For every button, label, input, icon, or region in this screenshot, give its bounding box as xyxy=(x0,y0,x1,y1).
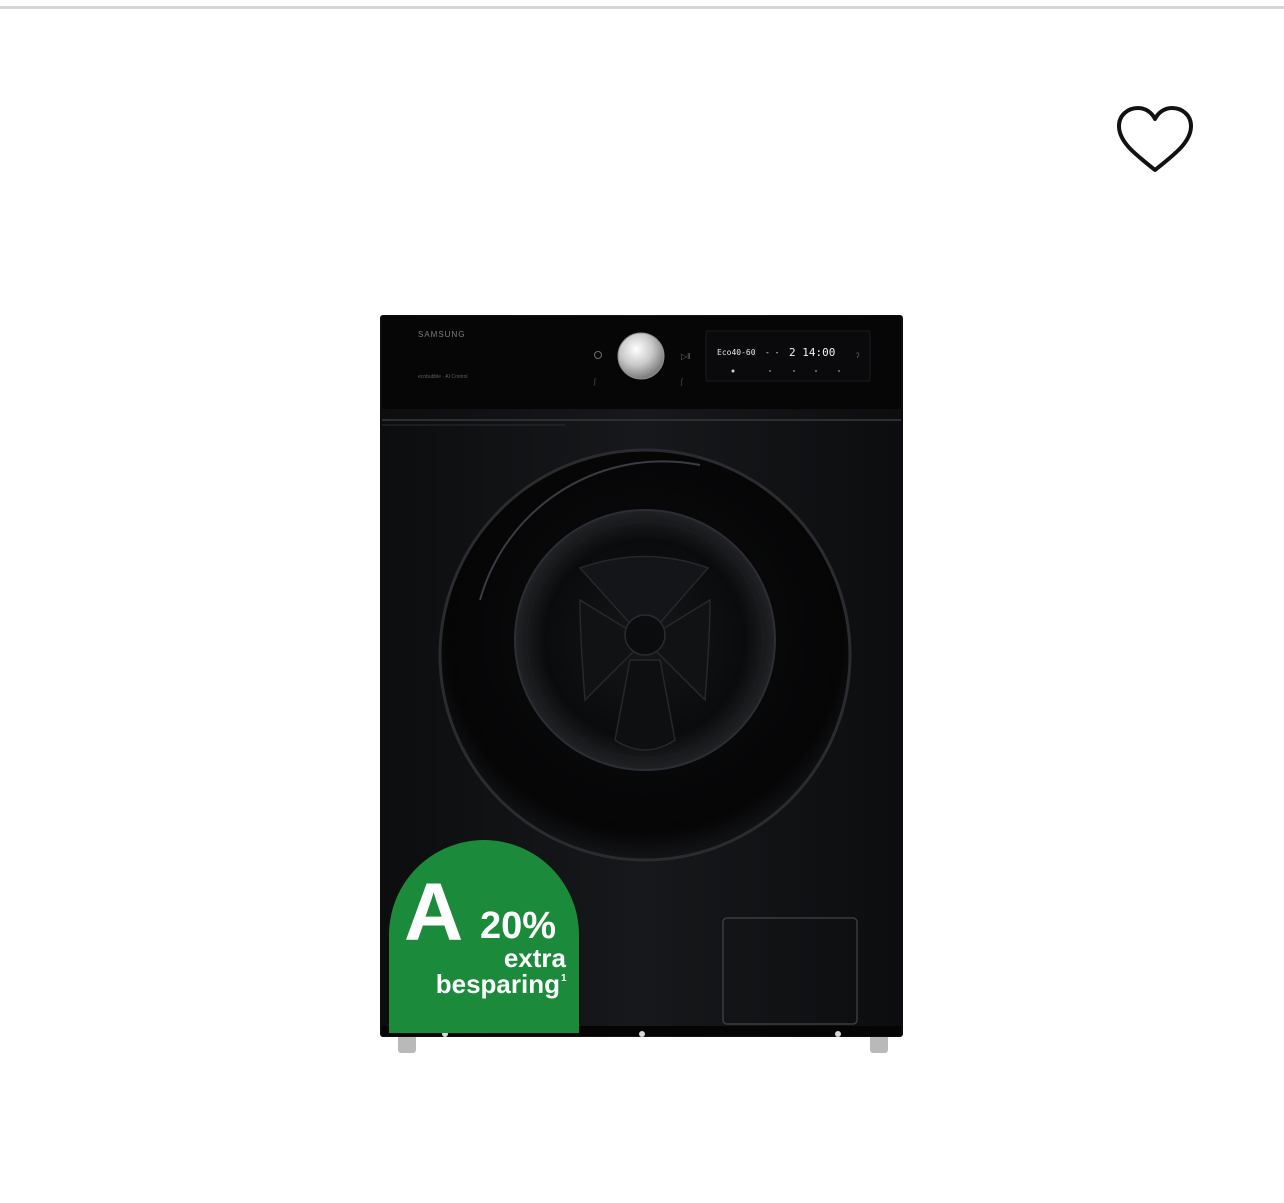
svg-text:ʔ: ʔ xyxy=(856,353,860,360)
energy-grade: A xyxy=(404,867,463,958)
product-image[interactable]: SAMSUNG ecobubble · AI Control ʃ ▷‖ ʃ Ec… xyxy=(370,300,915,1070)
display-program: Eco40-60 xyxy=(717,348,756,357)
panel-left-marking: ecobubble · AI Control xyxy=(418,374,467,380)
display-time: 2 14:00 xyxy=(789,346,835,359)
top-divider xyxy=(0,6,1284,9)
favorite-button[interactable] xyxy=(1110,100,1200,180)
foot-left xyxy=(398,1035,416,1053)
energy-line2: besparing xyxy=(436,969,560,999)
display-dash: - - xyxy=(765,348,779,357)
washing-machine-illustration: SAMSUNG ecobubble · AI Control ʃ ▷‖ ʃ Ec… xyxy=(380,315,903,1053)
brand-label: SAMSUNG xyxy=(418,330,465,339)
energy-footnote: 1 xyxy=(561,973,567,984)
foot-right xyxy=(870,1035,888,1053)
start-pause-icon: ▷‖ xyxy=(681,352,690,361)
energy-badge: A 20% extra besparing 1 xyxy=(389,840,579,1033)
heart-outline-icon xyxy=(1117,106,1193,172)
energy-percent: 20% xyxy=(480,905,556,947)
